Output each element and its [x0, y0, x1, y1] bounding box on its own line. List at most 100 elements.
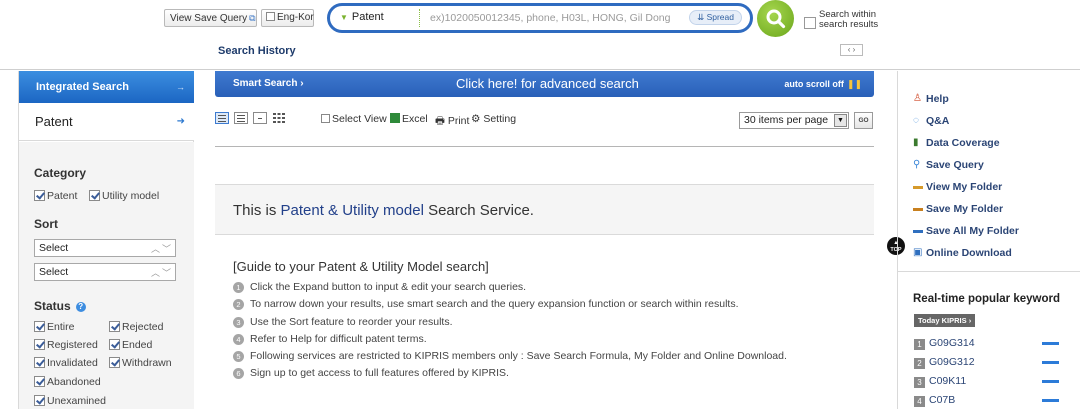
search-within-checkbox[interactable]: [804, 17, 816, 29]
search-within-line2: search results: [819, 19, 879, 30]
status-option-label: Abandoned: [47, 376, 101, 388]
pause-icon: ❚❚: [846, 79, 862, 89]
print-icon: 🖶: [435, 115, 445, 127]
status-rejected-checkbox[interactable]: Rejected: [109, 321, 163, 333]
search-button[interactable]: [757, 0, 794, 37]
data-coverage-link[interactable]: ▮ Data Coverage: [913, 137, 1019, 159]
grid-view-icon[interactable]: [272, 112, 286, 124]
trend-flat-icon: [1042, 342, 1059, 345]
results-toolbar: Select View Excel 🖶 Print ⚙ Setting 30 i…: [215, 110, 874, 147]
checkbox-checked-icon: [89, 190, 100, 201]
save-all-my-folder-link[interactable]: ▬ Save All My Folder: [913, 225, 1019, 247]
qa-link[interactable]: ◌ Q&A: [913, 115, 1019, 137]
service-prefix: This is: [233, 202, 281, 219]
keyword-item[interactable]: 1 G09G314: [914, 337, 1064, 356]
list-view-icon[interactable]: [215, 112, 229, 124]
status-unexamined-checkbox[interactable]: Unexamined: [34, 395, 106, 407]
excel-icon: [390, 113, 400, 123]
image-view-icon[interactable]: [253, 112, 267, 124]
status-abandoned-checkbox[interactable]: Abandoned: [34, 376, 101, 388]
help-icon[interactable]: ?: [75, 302, 86, 312]
status-option-label: Withdrawn: [122, 357, 172, 369]
spread-button[interactable]: ⇊ Spread: [689, 10, 742, 25]
search-scope-select[interactable]: ▼ Patent: [340, 11, 384, 23]
status-entire-checkbox[interactable]: Entire: [34, 321, 74, 333]
grid-glyph: [273, 113, 285, 123]
top-bar: View Save Query ⧉ Eng-Kor ▼ Patent ex)1020…: [0, 0, 1080, 70]
status-registered-checkbox[interactable]: Registered: [34, 339, 98, 351]
sort-select-1[interactable]: Select ︿﹀: [34, 239, 176, 257]
items-per-page-select[interactable]: 30 items per page ▼: [739, 112, 849, 129]
status-withdrawn-checkbox[interactable]: Withdrawn: [109, 357, 172, 369]
search-history-link[interactable]: Search History: [218, 45, 296, 57]
service-banner: This is Patent & Utility model Search Se…: [215, 184, 874, 235]
setting-button[interactable]: ⚙ Setting: [471, 113, 516, 125]
integrated-search-tab[interactable]: Integrated Search →: [19, 71, 194, 103]
advanced-search-text: for advanced search: [521, 76, 639, 91]
category-patent-checkbox[interactable]: Patent: [34, 190, 77, 202]
search-icon: ⚲: [913, 159, 921, 170]
go-button[interactable]: GO: [854, 112, 873, 129]
chevron-down-icon[interactable]: ▼: [834, 114, 847, 127]
arrow-right-icon: →: [176, 82, 185, 92]
search-icon: [766, 9, 786, 29]
today-kipris-button[interactable]: Today KIPRIS ›: [914, 314, 976, 327]
auto-scroll-label: auto scroll off: [784, 79, 844, 89]
guide-item-text: Use the Sort feature to reorder your res…: [250, 315, 453, 328]
service-suffix: Search Service.: [423, 202, 534, 219]
patent-tab[interactable]: Patent ➜: [19, 103, 194, 141]
status-option-label: Unexamined: [47, 395, 106, 407]
eng-kor-checkbox[interactable]: [266, 12, 275, 21]
keyword-text: G09G314: [929, 337, 975, 349]
checkbox-icon: [321, 114, 330, 123]
category-title: Category: [34, 166, 87, 180]
save-my-folder-link[interactable]: ▬ Save My Folder: [913, 203, 1019, 225]
download-icon: ▣: [913, 247, 923, 258]
status-option-label: Rejected: [122, 321, 164, 333]
click-here-text: Click here!: [456, 76, 518, 91]
patent-tab-label: Patent: [35, 114, 73, 129]
text-view-icon[interactable]: [234, 112, 248, 124]
view-my-folder-link[interactable]: ▬ View My Folder: [913, 181, 1019, 203]
list-item: 5 Following services are restricted to KI…: [233, 350, 787, 367]
category-utility-model-checkbox[interactable]: Utility model: [89, 190, 159, 202]
checkbox-checked-icon: [109, 339, 120, 350]
service-text: This is Patent & Utility model Search Se…: [233, 202, 534, 219]
keyword-item[interactable]: 3 C09K11: [914, 375, 1064, 394]
history-pager[interactable]: ‹ ›: [840, 44, 863, 56]
link-label: Save All My Folder: [926, 225, 1019, 237]
status-option-label: Entire: [47, 321, 75, 333]
print-button[interactable]: 🖶 Print: [435, 113, 469, 131]
help-icon: ♙: [913, 93, 922, 104]
help-link[interactable]: ♙ Help: [913, 93, 1019, 115]
excel-button[interactable]: Excel: [390, 113, 428, 125]
eng-kor-toggle[interactable]: Eng-Kor: [261, 9, 314, 27]
number-1-icon: 1: [233, 282, 244, 293]
link-label: Data Coverage: [926, 137, 1000, 149]
advanced-search-link[interactable]: Click here! for advanced search: [456, 76, 639, 91]
online-download-link[interactable]: ▣ Online Download: [913, 247, 1019, 269]
keyword-item[interactable]: 4 C07B: [914, 394, 1064, 409]
excel-label: Excel: [402, 113, 428, 125]
number-2-icon: 2: [233, 299, 244, 311]
guide-item-text: To narrow down your results, use smart s…: [250, 298, 739, 311]
sort-select-2[interactable]: Select ︿﹀: [34, 263, 176, 281]
smart-search-bar[interactable]: Smart Search › Click here! for advanced …: [215, 71, 874, 97]
trend-flat-icon: [1042, 399, 1059, 402]
keyword-text: C09K11: [929, 375, 967, 387]
folder-save-all-icon: ▬: [913, 225, 923, 236]
search-input[interactable]: ex)1020050012345, phone, H03L, HONG, Gil…: [430, 12, 671, 24]
sort-arrows-icon[interactable]: ︿﹀: [151, 241, 173, 257]
auto-scroll-toggle[interactable]: auto scroll off ❚❚: [784, 79, 862, 90]
save-query-link[interactable]: ⚲ Save Query: [913, 159, 1019, 181]
sort-arrows-icon[interactable]: ︿﹀: [151, 265, 173, 281]
select-view-option[interactable]: Select View: [321, 113, 387, 125]
status-invalidated-checkbox[interactable]: Invalidated: [34, 357, 98, 369]
quick-links: ♙ Help ◌ Q&A ▮ Data Coverage ⚲ Save Query ▬ V…: [913, 93, 1019, 269]
view-save-query-button[interactable]: View Save Query ⧉: [164, 9, 257, 27]
sort-select-value: Select: [39, 266, 69, 278]
keyword-item[interactable]: 2 G09G312: [914, 356, 1064, 375]
popular-keyword-list: 1 G09G314 2 G09G312 3 C09K11 4 C07B: [914, 337, 1064, 409]
status-ended-checkbox[interactable]: Ended: [109, 339, 152, 351]
link-label: Online Download: [926, 247, 1012, 259]
